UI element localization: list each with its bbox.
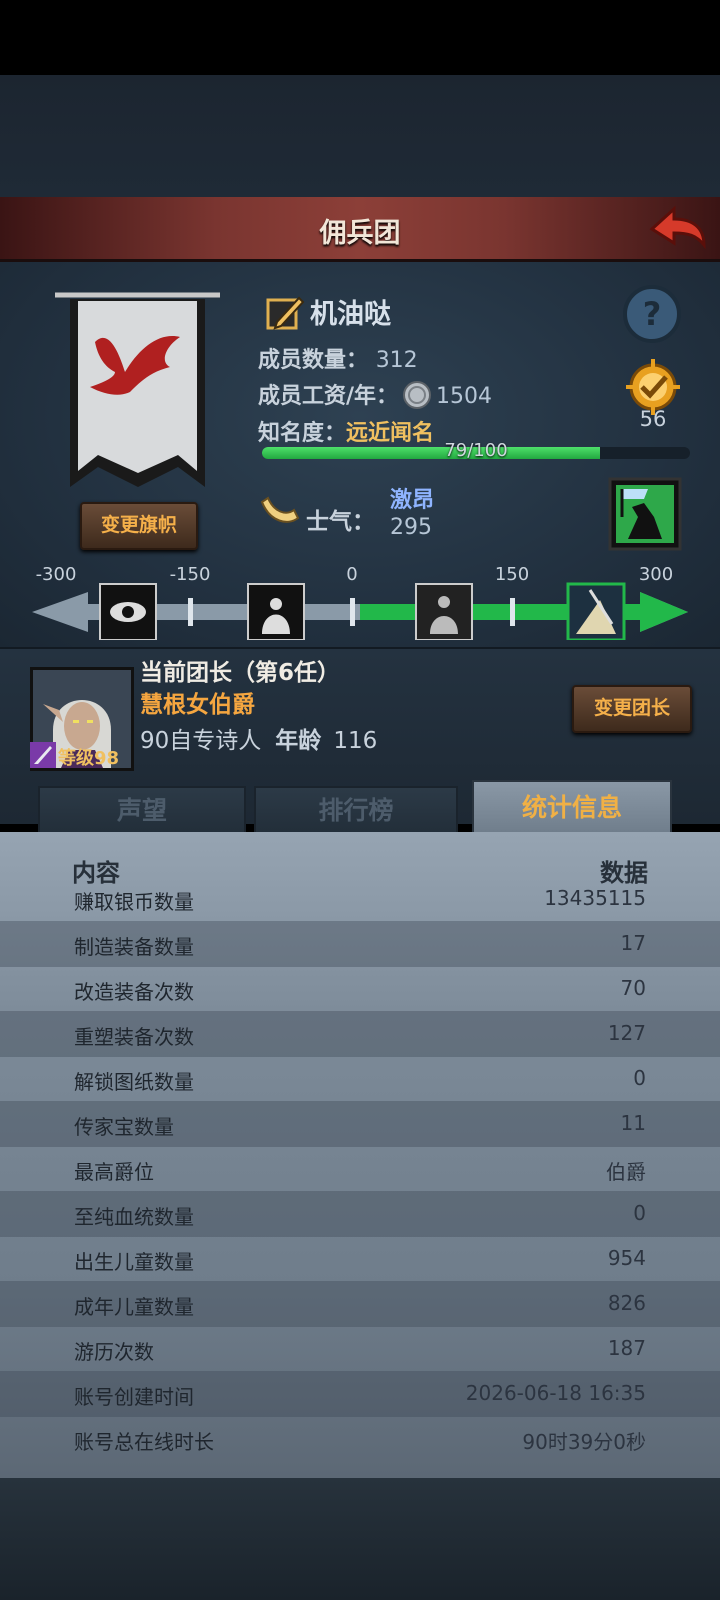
- top-backdrop: [0, 75, 720, 197]
- stats-row: 最高爵位 伯爵: [0, 1146, 720, 1192]
- morale-scale-tick-label: -150: [170, 564, 211, 585]
- tab-leaderboard[interactable]: 排行榜: [254, 786, 458, 836]
- stats-row-label: 传家宝数量: [74, 1115, 174, 1139]
- war-horn-icon: [260, 496, 300, 523]
- back-arrow-icon[interactable]: [644, 203, 708, 253]
- leader-age-label: 年龄: [275, 728, 322, 754]
- stats-row-label: 成年儿童数量: [74, 1295, 194, 1319]
- stats-row-label: 游历次数: [74, 1340, 154, 1364]
- stats-row-value: 0: [633, 1066, 646, 1090]
- stats-row-value: 17: [620, 931, 646, 955]
- fame-progress-text: 79/100: [444, 440, 508, 461]
- stats-row: 出生儿童数量 954: [0, 1236, 720, 1282]
- morale-scale-tick-label: -300: [36, 564, 77, 585]
- stats-row-label: 至纯血统数量: [74, 1205, 194, 1229]
- leader-age: 116: [333, 728, 378, 754]
- change-leader-button[interactable]: 变更团长: [572, 685, 692, 733]
- stats-row: 赚取银币数量 13435115: [0, 876, 720, 922]
- bottom-backdrop: [0, 1478, 720, 1600]
- quill-class-icon: [30, 742, 56, 768]
- leader-level-badge: 等级98: [30, 742, 128, 769]
- morale-scale: -300 -150 0 150 300: [32, 564, 688, 640]
- stats-row: 解锁图纸数量 0: [0, 1056, 720, 1102]
- morale-charge-icon[interactable]: [608, 477, 682, 551]
- stats-row-label: 账号创建时间: [74, 1385, 194, 1409]
- stats-row-label: 出生儿童数量: [74, 1250, 194, 1274]
- stats-row: 重塑装备次数 127: [0, 1011, 720, 1057]
- stats-row-value: 13435115: [544, 886, 646, 910]
- stats-row: 制造装备数量 17: [0, 921, 720, 967]
- tab-statistics[interactable]: 统计信息: [472, 780, 672, 834]
- stats-row-label: 解锁图纸数量: [74, 1070, 194, 1094]
- stats-row-label: 改造装备次数: [74, 980, 194, 1004]
- title-banner: 佣兵团: [0, 197, 720, 262]
- stats-row-label: 最高爵位: [74, 1160, 154, 1184]
- stats-row: 改造装备次数 70: [0, 966, 720, 1012]
- stats-row-value: 826: [607, 1291, 646, 1315]
- stats-row: 账号创建时间 2026-06-18 16:35: [0, 1371, 720, 1417]
- stats-row-value: 11: [620, 1111, 646, 1135]
- guild-banner-flag: [55, 292, 220, 487]
- morale-icon-calm: [415, 583, 473, 640]
- morale-icon-despair: [99, 583, 157, 640]
- member-count-label: 成员数量：: [258, 348, 369, 373]
- salary-line: 成员工资/年： 1504: [258, 378, 492, 414]
- stats-row-value: 954: [607, 1246, 646, 1270]
- stats-row-value: 127: [607, 1021, 646, 1045]
- status-bar-area: [0, 0, 720, 75]
- edit-name-icon[interactable]: [265, 292, 305, 332]
- member-count-line: 成员数量： 312: [258, 342, 418, 374]
- statistics-panel: 内容 数据 赚取银币数量 13435115 制造装备数量 17 改造装备次数 70 重塑装备…: [0, 832, 720, 1478]
- morale-scale-tick: [350, 598, 355, 626]
- morale-state: 激昂: [390, 488, 435, 513]
- stats-row: 账号总在线时长 90时39分0秒: [0, 1416, 720, 1462]
- morale-scale-tick-label: 150: [495, 564, 529, 585]
- stats-row: 传家宝数量 11: [0, 1101, 720, 1147]
- stats-row-value: 90时39分0秒: [522, 1430, 646, 1454]
- morale-value: 295: [390, 515, 432, 540]
- member-count-value: 312: [375, 348, 418, 373]
- medal-count: 56: [639, 407, 667, 431]
- page-title: 佣兵团: [319, 218, 401, 249]
- leader-name: 慧根女伯爵: [140, 692, 255, 718]
- morale-scale-tick: [188, 598, 193, 626]
- morale-scale-tick-label: 0: [346, 564, 357, 585]
- guild-info-panel: 变更旗帜 机油哒 ? 成员数量： 312 成员工资/年： 1504 知名度：远近…: [0, 262, 720, 647]
- stats-row: 游历次数 187: [0, 1326, 720, 1372]
- salary-label: 成员工资/年：: [258, 384, 399, 409]
- leader-level: 等级98: [58, 748, 120, 769]
- tab-reputation[interactable]: 声望: [38, 786, 246, 836]
- stats-row-value: 70: [620, 976, 646, 1000]
- stats-row-label: 账号总在线时长: [74, 1430, 214, 1454]
- leader-info-line: 90自专诗人 年龄 116: [140, 721, 377, 755]
- svg-text:?: ?: [643, 295, 662, 333]
- morale-icon-inspired: [566, 582, 626, 640]
- silver-coin-icon: [403, 381, 432, 409]
- leader-class: 90自专诗人: [140, 728, 262, 754]
- morale-icon-fear: [247, 583, 305, 640]
- morale-scale-tick-label: 300: [639, 564, 673, 585]
- stats-row-value: 0: [633, 1201, 646, 1225]
- stats-row-label: 赚取银币数量: [74, 890, 194, 914]
- morale-scale-tick: [510, 598, 515, 626]
- stats-row-value: 2026-06-18 16:35: [465, 1381, 646, 1405]
- stats-row-label: 重塑装备次数: [74, 1025, 194, 1049]
- stats-row-label: 制造装备数量: [74, 935, 194, 959]
- help-icon[interactable]: ?: [622, 284, 682, 344]
- tab-bar: 声望 排行榜 统计信息: [30, 780, 690, 836]
- stats-row-value: 187: [607, 1336, 646, 1360]
- morale-label: 士气：: [306, 509, 375, 535]
- guild-name: 机油哒: [310, 299, 391, 330]
- salary-value: 1504: [436, 384, 493, 409]
- stats-row-value: 伯爵: [606, 1160, 646, 1184]
- stats-row: 至纯血统数量 0: [0, 1191, 720, 1237]
- stats-row: 成年儿童数量 826: [0, 1281, 720, 1327]
- leader-title: 当前团长（第6任）: [140, 660, 341, 686]
- change-flag-button[interactable]: 变更旗帜: [80, 502, 198, 550]
